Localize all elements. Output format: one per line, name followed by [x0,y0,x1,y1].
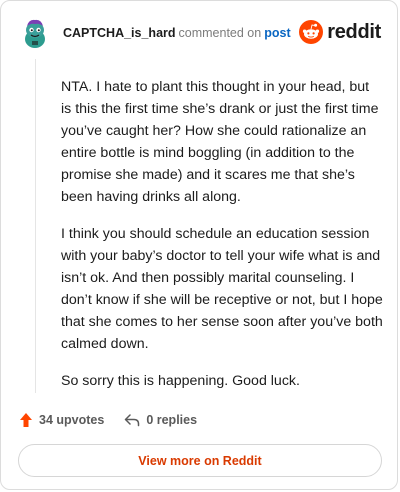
username-link[interactable]: CAPTCHA_is_hard [63,26,176,40]
comment-header: CAPTCHA_is_hard commented on post reddit [19,15,381,55]
comment-actions: 34 upvotes 0 replies [19,410,197,430]
reddit-logo-icon [299,20,324,44]
commented-on-text: commented on [178,26,262,40]
snoo-avatar-icon[interactable] [19,17,51,49]
comment-body: NTA. I hate to plant this thought in you… [61,76,383,407]
replies-button[interactable]: 0 replies [124,413,197,427]
post-link[interactable]: post [264,26,290,40]
comment-embed-card: CAPTCHA_is_hard commented on post reddit N… [0,0,398,490]
upvote-count: 34 upvotes [39,413,105,427]
comment-paragraph: NTA. I hate to plant this thought in you… [61,79,379,205]
upvote-arrow-icon [20,413,32,427]
reply-count: 0 replies [146,413,198,427]
reddit-brand[interactable]: reddit [299,18,381,46]
view-more-button[interactable]: View more on Reddit [18,444,382,477]
upvote-button[interactable]: 34 upvotes [19,412,104,428]
comment-paragraph: So sorry this is happening. Good luck. [61,373,300,389]
thread-line [35,59,36,393]
comment-meta: CAPTCHA_is_hard commented on post [63,26,291,40]
comment-paragraph: I think you should schedule an education… [61,226,383,352]
reply-arrow-icon [125,414,140,427]
brand-wordmark: reddit [327,20,381,43]
